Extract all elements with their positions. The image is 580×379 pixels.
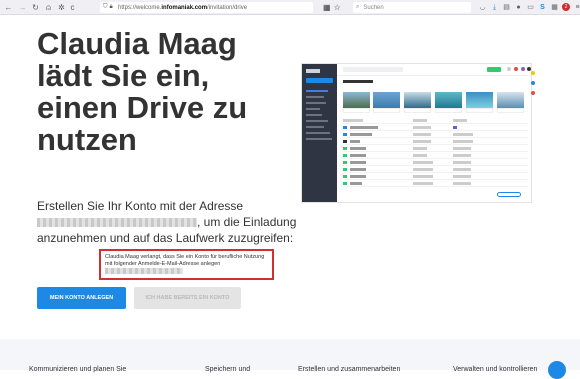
preview-upload-pill [497, 192, 521, 197]
tooltip-text: Claudia Maag verlangt, dass Sie ein Kont… [105, 254, 265, 267]
preview-nav-item [306, 108, 320, 110]
extension-s-icon[interactable]: S [538, 1, 547, 14]
shield-icon[interactable]: ⛉ [103, 4, 108, 11]
download-icon[interactable]: ⤓ [490, 1, 499, 14]
preview-file-row [343, 174, 528, 180]
preview-thumb [343, 92, 370, 108]
invitation-description: Erstellen Sie Ihr Konto mit der Adresse … [37, 199, 297, 245]
extension-gear-icon[interactable]: ✲ [57, 0, 66, 15]
preview-nav-item [306, 120, 328, 122]
existing-account-button[interactable]: ICH HABE BEREITS EIN KONTO [134, 287, 241, 309]
redacted-email [37, 218, 197, 228]
preview-nav-item [306, 90, 328, 92]
screenshot-icon[interactable]: ▭ [526, 1, 535, 14]
preview-thumb-caption [435, 108, 462, 113]
address-bar[interactable]: https://welcome. infomaniak.com/invitatio… [100, 2, 313, 13]
url-path: /invitation/drive [207, 4, 248, 11]
preview-sidebar [302, 64, 337, 202]
preview-file-row [343, 153, 528, 159]
qr-code-icon[interactable]: ▦ [323, 2, 331, 13]
search-bar[interactable]: ⌕ Suchen [353, 2, 471, 13]
preview-thumb-caption [404, 108, 431, 113]
preview-file-row [343, 167, 528, 173]
preview-thumb [373, 92, 400, 108]
preview-file-row [343, 146, 528, 152]
redacted-login-email [105, 268, 183, 274]
preview-nav-item [306, 132, 330, 134]
preview-dot [514, 67, 518, 71]
preview-thumb [466, 92, 493, 108]
address-bar-icons: ⛉ 🔒︎ [100, 2, 113, 13]
page-title: Claudia Maag lädt Sie ein, einen Drive z… [37, 26, 248, 157]
preview-nav-item [306, 138, 332, 140]
preview-dot [507, 67, 511, 71]
forward-icon[interactable]: → [18, 0, 27, 15]
preview-thumb-caption [343, 108, 370, 113]
preview-file-row [343, 160, 528, 166]
preview-thumb [435, 92, 462, 108]
url-prefix: https://welcome. [118, 4, 162, 11]
create-account-button[interactable]: MEIN KONTO ANLEGEN [37, 287, 126, 309]
url-domain: infomaniak.com [161, 4, 208, 11]
browser-extensions: ◡ ⤓ ▤ ● ▭ S ▦ 2 ≡ [478, 1, 580, 14]
preview-table-header [343, 118, 528, 124]
preview-thumb-caption [466, 108, 493, 113]
preview-thumb-caption [497, 108, 524, 113]
preview-title [343, 80, 373, 83]
preview-logo [306, 69, 320, 73]
preview-thumb-caption [373, 108, 400, 113]
preview-right-rail [531, 71, 536, 131]
reload-icon[interactable]: ↻ [31, 0, 40, 15]
preview-file-row [343, 181, 528, 187]
preview-file-row [343, 132, 528, 138]
feature-footer: Kommunizieren und planen Sie Speichern u… [0, 339, 580, 373]
drive-preview-screenshot [301, 63, 532, 203]
chat-button[interactable] [548, 361, 566, 379]
account-requirement-tooltip: Claudia Maag verlangt, dass Sie ein Kont… [99, 249, 274, 280]
lock-icon[interactable]: 🔒︎ [110, 4, 113, 11]
preview-file-row [343, 125, 528, 131]
preview-nav-item [306, 114, 322, 116]
search-placeholder: Suchen [363, 4, 384, 11]
preview-nav-item [306, 96, 324, 98]
search-icon: ⌕ [356, 4, 360, 10]
preview-thumb [404, 92, 431, 108]
preview-topbar [337, 64, 531, 76]
back-icon[interactable]: ← [4, 0, 13, 15]
preview-new-button [306, 78, 333, 83]
preview-nav-item [306, 126, 324, 128]
extension-circle-icon[interactable]: ● [514, 1, 523, 14]
preview-thumb [497, 92, 524, 108]
pocket-icon[interactable]: ◡ [478, 1, 487, 14]
preview-file-row [343, 139, 528, 145]
grid-icon[interactable]: ▦ [550, 1, 559, 14]
preview-nav-item [306, 102, 326, 104]
preview-green-button [487, 67, 501, 72]
library-icon[interactable]: ▤ [502, 1, 511, 14]
bookmark-star-icon[interactable]: ☆ [334, 2, 341, 13]
page-actions: ▦ ☆ [323, 2, 341, 13]
notification-badge[interactable]: 2 [562, 3, 570, 11]
menu-icon[interactable]: ≡ [573, 1, 580, 14]
account-icon[interactable]: ⍝ [44, 0, 53, 15]
container-icon[interactable]: c [68, 0, 77, 15]
preview-dot [521, 67, 525, 71]
preview-search [343, 67, 403, 72]
